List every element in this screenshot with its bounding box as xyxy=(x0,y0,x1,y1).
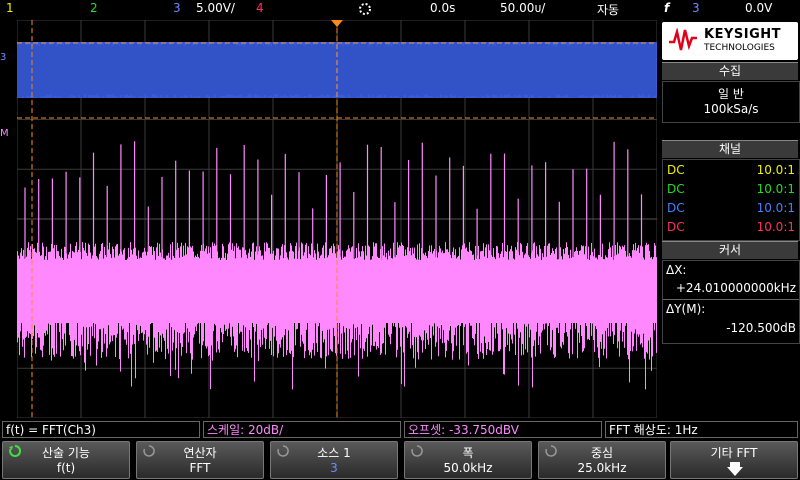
trigger-mode: 자동 xyxy=(597,1,619,18)
acquisition-box[interactable]: 일 반 100kSa/s xyxy=(662,81,800,123)
channel-4-probe: 10.0:1 xyxy=(757,220,795,234)
brand-logo: KEYSIGHT TECHNOLOGIES xyxy=(662,22,798,60)
channel-3-scale: 5.00V/ xyxy=(196,1,235,15)
math-function-label: f(t) = FFT(Ch3) xyxy=(2,421,200,438)
channel-3-probe: 10.0:1 xyxy=(757,201,795,215)
softkey-math-function[interactable]: 산술 기능 f(t) xyxy=(2,441,130,479)
status-bar: 1 2 3 5.00V/ 4 0.0s 50.00ᴜ/ 자동 f 3 0.0V xyxy=(0,0,800,18)
softkey-operator-title: 연산자 xyxy=(137,444,263,461)
softkey-operator-value: FFT xyxy=(137,461,263,475)
run-status-icon xyxy=(358,2,372,19)
channel-2-coupling: DC xyxy=(667,182,685,196)
channel-2-probe: 10.0:1 xyxy=(757,182,795,196)
channel-1-probe: 10.0:1 xyxy=(757,163,795,177)
channel-3-row: DC 10.0:1 xyxy=(667,201,795,217)
channel-4-indicator[interactable]: 4 xyxy=(256,1,264,15)
sample-rate: 100kSa/s xyxy=(663,102,799,116)
cursor-box[interactable]: ΔX: +24.010000000kHz ΔY(M): -120.500dB xyxy=(662,260,800,344)
brand-subtitle: TECHNOLOGIES xyxy=(704,43,775,53)
math-offset-label: 오프셋: -33.750dBV xyxy=(404,421,602,438)
delta-x-label: ΔX: xyxy=(666,263,686,277)
channel-1-coupling: DC xyxy=(667,163,685,177)
side-panel: KEYSIGHT TECHNOLOGIES 수집 일 반 100kSa/s 채널… xyxy=(660,20,800,418)
channel-3-ground-marker[interactable]: 3 xyxy=(0,52,6,63)
channel-3-coupling: DC xyxy=(667,201,685,215)
softkey-center-title: 중심 xyxy=(539,444,665,461)
softkey-source[interactable]: 소스 1 3 xyxy=(270,441,398,479)
softkey-math-function-title: 산술 기능 xyxy=(3,444,129,461)
softkey-center[interactable]: 중심 25.0kHz xyxy=(538,441,666,479)
acquisition-header: 수집 xyxy=(662,62,798,80)
math-scale-label: 스케일: 20dB/ xyxy=(203,421,401,438)
channel-1-indicator[interactable]: 1 xyxy=(6,1,14,15)
softkey-math-function-value: f(t) xyxy=(3,461,129,475)
softkey-source-title: 소스 1 xyxy=(271,444,397,461)
channel-2-indicator[interactable]: 2 xyxy=(90,1,98,15)
math-ground-marker[interactable]: M xyxy=(0,128,9,139)
waveform-canvas xyxy=(17,20,657,418)
channel-1-row: DC 10.0:1 xyxy=(667,163,795,179)
channels-box[interactable]: DC 10.0:1 DC 10.0:1 DC 10.0:1 DC 10.0:1 xyxy=(662,159,800,241)
trigger-level: 0.0V xyxy=(745,1,772,15)
keysight-wave-icon xyxy=(668,28,698,52)
softkey-span-value: 50.0kHz xyxy=(405,461,531,475)
brand-name: KEYSIGHT xyxy=(704,27,781,42)
channel-4-coupling: DC xyxy=(667,220,685,234)
cursor-header: 커서 xyxy=(662,241,798,259)
softkey-operator[interactable]: 연산자 FFT xyxy=(136,441,264,479)
softkey-span[interactable]: 폭 50.0kHz xyxy=(404,441,532,479)
softkey-more-fft-title: 기타 FFT xyxy=(671,444,797,461)
softkey-source-value: 3 xyxy=(271,461,397,475)
trigger-source: 3 xyxy=(692,1,700,15)
delta-y-label: ΔY(M): xyxy=(666,302,705,316)
trigger-position-marker xyxy=(331,20,343,27)
fft-resolution-label: FFT 해상도: 1Hz xyxy=(605,421,798,438)
softkey-more-fft[interactable]: 기타 FFT xyxy=(670,441,798,479)
delta-y-value: -120.500dB xyxy=(726,321,796,335)
delta-x-value: +24.010000000kHz xyxy=(676,281,796,295)
channel-2-row: DC 10.0:1 xyxy=(667,182,795,198)
trigger-edge-icon: f xyxy=(664,1,669,15)
timebase-readout: 50.00ᴜ/ xyxy=(500,1,545,15)
waveform-display[interactable] xyxy=(17,20,657,418)
arrow-down-icon xyxy=(727,462,743,476)
delay-readout: 0.0s xyxy=(430,1,455,15)
channels-header: 채널 xyxy=(662,140,798,158)
channel-3-indicator[interactable]: 3 xyxy=(173,1,181,15)
acquisition-mode: 일 반 xyxy=(663,85,799,102)
softkey-center-value: 25.0kHz xyxy=(539,461,665,475)
channel-4-row: DC 10.0:1 xyxy=(667,220,795,236)
softkey-span-title: 폭 xyxy=(405,444,531,461)
